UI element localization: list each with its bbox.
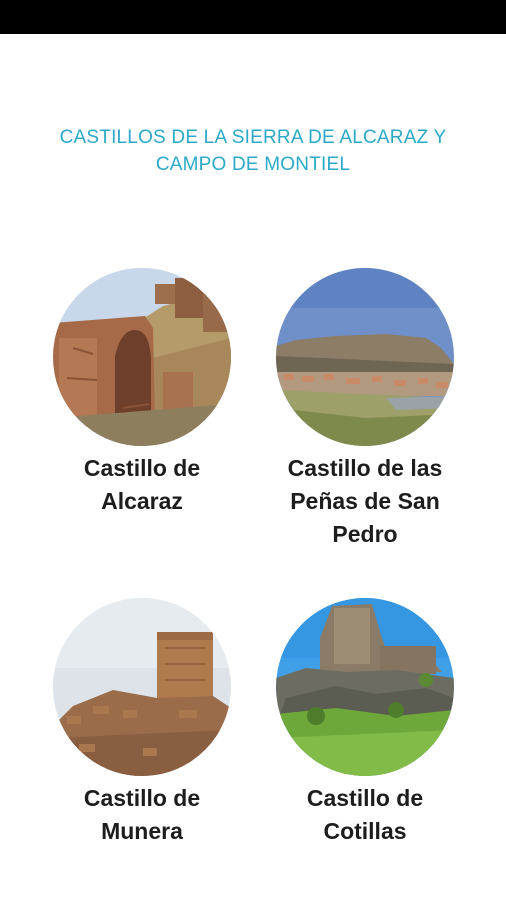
castle-card-label: Castillo de las Peñas de San Pedro xyxy=(265,452,465,551)
castle-label-line-2: Alcaraz xyxy=(101,488,183,514)
page-title-line-2: CAMPO DE MONTIEL xyxy=(155,154,351,175)
cliff-town-landscape-photo xyxy=(276,268,454,446)
castle-label-line-3: Pedro xyxy=(332,521,398,547)
castle-label-line-2: Munera xyxy=(101,818,183,844)
castle-label-line-2: Cotillas xyxy=(323,818,407,844)
castle-label-line-1: Castillo de xyxy=(83,785,201,811)
page-title-line-1: CASTILLOS DE LA SIERRA DE ALCARAZ Y xyxy=(59,127,447,148)
castle-card-cotillas[interactable]: Castillo de Cotillas xyxy=(265,598,465,848)
castle-card-label: Castillo de Alcaraz xyxy=(42,452,242,518)
castle-card-alcaraz[interactable]: Castillo de Alcaraz xyxy=(42,268,242,518)
castle-label-line-2: Peñas de San xyxy=(290,488,440,514)
status-bar xyxy=(0,0,506,34)
stone-tower-ruins-photo xyxy=(53,598,231,776)
hilltop-castle-photo xyxy=(276,598,454,776)
castle-label-line-1: Castillo de las xyxy=(287,455,443,481)
castle-card-label: Castillo de Munera xyxy=(42,782,242,848)
page-title: CASTILLOS DE LA SIERRA DE ALCARAZ Y CAMP… xyxy=(30,124,476,178)
castle-ruins-arch-photo xyxy=(53,268,231,446)
castle-card-munera[interactable]: Castillo de Munera xyxy=(42,598,242,848)
castle-label-line-1: Castillo de xyxy=(306,785,424,811)
castle-card-penas-de-san-pedro[interactable]: Castillo de las Peñas de San Pedro xyxy=(265,268,465,551)
castle-card-label: Castillo de Cotillas xyxy=(265,782,465,848)
castle-label-line-1: Castillo de xyxy=(83,455,201,481)
